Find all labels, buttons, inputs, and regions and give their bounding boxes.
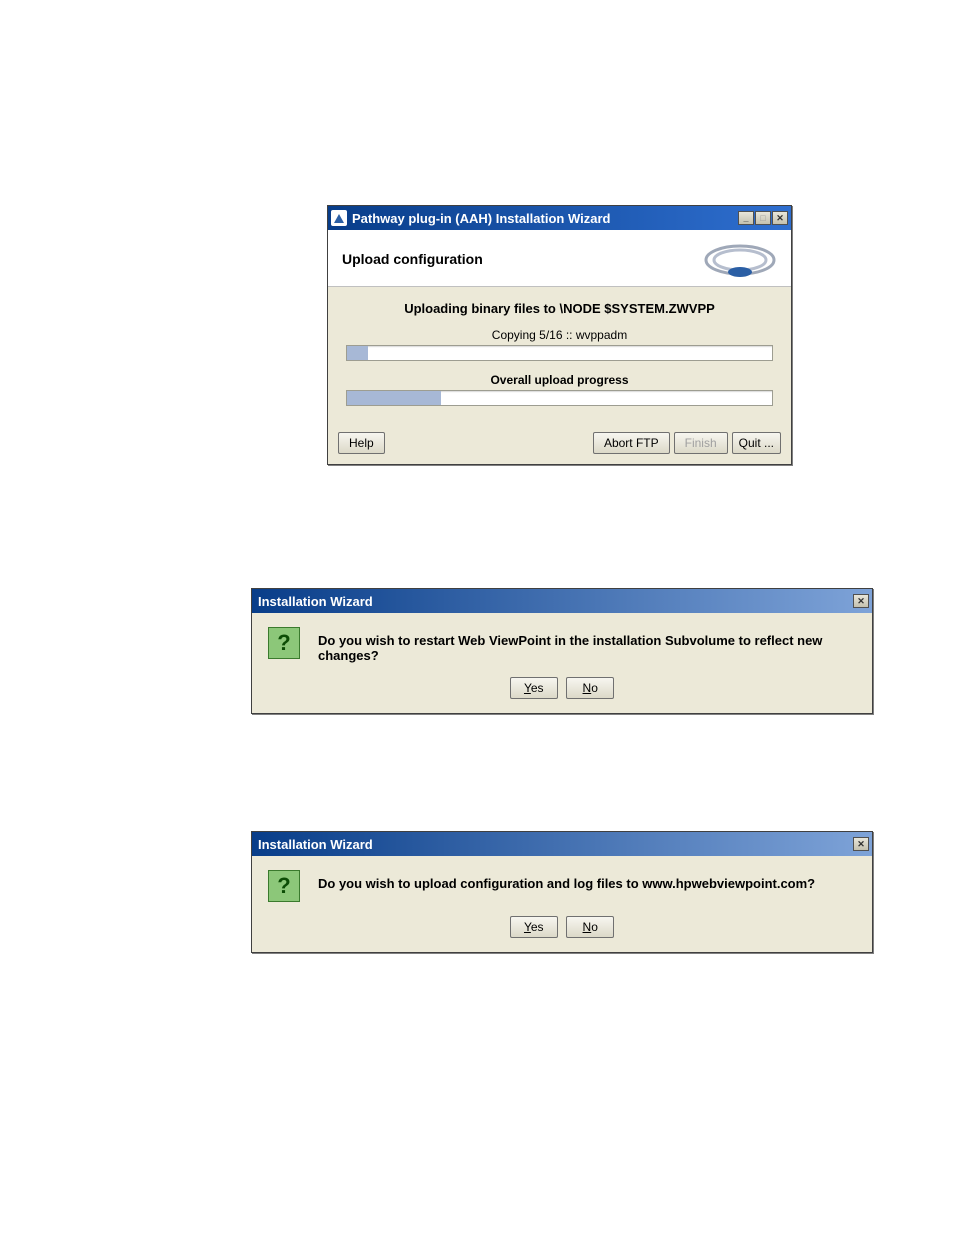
window-title: Pathway plug-in (AAH) Installation Wizar… xyxy=(352,211,738,226)
maximize-button: □ xyxy=(755,211,771,225)
finish-button: Finish xyxy=(674,432,728,454)
title-bar: Installation Wizard ✕ xyxy=(252,832,872,856)
minimize-button[interactable]: _ xyxy=(738,211,754,225)
app-icon xyxy=(331,210,347,226)
overall-progress-fill xyxy=(347,391,441,405)
window-controls: _ □ ✕ xyxy=(738,211,788,225)
wizard-header: Upload configuration xyxy=(328,230,791,287)
title-bar: Installation Wizard ✕ xyxy=(252,589,872,613)
upload-target-line: Uploading binary files to \NODE $SYSTEM.… xyxy=(346,301,773,316)
close-button[interactable]: ✕ xyxy=(853,594,869,608)
overall-progress-bar xyxy=(346,390,773,406)
dialog-body: ? Do you wish to restart Web ViewPoint i… xyxy=(252,613,872,713)
dialog-body: ? Do you wish to upload configuration an… xyxy=(252,856,872,952)
wizard-logo xyxy=(703,240,777,278)
upload-config-dialog: Installation Wizard ✕ ? Do you wish to u… xyxy=(251,831,873,953)
upload-target: \NODE $SYSTEM.ZWVPP xyxy=(559,301,714,316)
dialog-message: Do you wish to upload configuration and … xyxy=(318,870,815,891)
quit-button[interactable]: Quit ... xyxy=(732,432,781,454)
dialog-title: Installation Wizard xyxy=(255,594,853,609)
wizard-heading: Upload configuration xyxy=(342,251,483,267)
abort-ftp-button[interactable]: Abort FTP xyxy=(593,432,670,454)
help-button[interactable]: Help xyxy=(338,432,385,454)
dialog-message: Do you wish to restart Web ViewPoint in … xyxy=(318,627,856,663)
close-button[interactable]: ✕ xyxy=(772,211,788,225)
restart-dialog: Installation Wizard ✕ ? Do you wish to r… xyxy=(251,588,873,714)
yes-button[interactable]: Yes xyxy=(510,677,558,699)
question-icon: ? xyxy=(268,870,300,902)
wizard-button-row: Help Abort FTP Finish Quit ... xyxy=(328,424,791,464)
file-progress-fill xyxy=(347,346,368,360)
overall-label: Overall upload progress xyxy=(346,373,773,387)
wizard-content: Uploading binary files to \NODE $SYSTEM.… xyxy=(328,287,791,424)
no-button[interactable]: No xyxy=(566,916,614,938)
pathway-wizard-window: Pathway plug-in (AAH) Installation Wizar… xyxy=(327,205,792,465)
yes-button[interactable]: Yes xyxy=(510,916,558,938)
question-icon: ? xyxy=(268,627,300,659)
title-bar: Pathway plug-in (AAH) Installation Wizar… xyxy=(328,206,791,230)
file-progress-bar xyxy=(346,345,773,361)
upload-prefix: Uploading binary files to xyxy=(404,301,559,316)
close-button[interactable]: ✕ xyxy=(853,837,869,851)
copying-line: Copying 5/16 :: wvppadm xyxy=(346,328,773,342)
no-button[interactable]: No xyxy=(566,677,614,699)
dialog-title: Installation Wizard xyxy=(255,837,853,852)
